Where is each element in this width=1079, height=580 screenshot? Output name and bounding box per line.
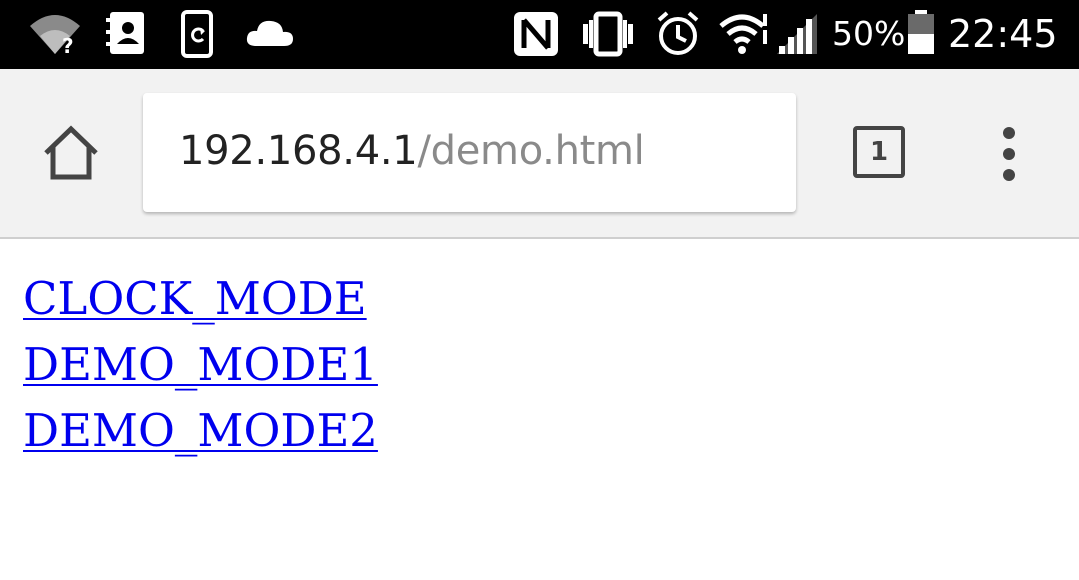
- status-bar: ? 50% 22:45: [0, 0, 1079, 69]
- tab-count: 1: [869, 137, 889, 167]
- wifi-icon: [718, 10, 770, 62]
- vibrate-icon: [580, 10, 636, 62]
- overflow-menu-button[interactable]: [990, 127, 1030, 181]
- clock-mode-link[interactable]: CLOCK_MODE: [23, 266, 378, 332]
- browser-toolbar: 192.168.4.1/demo.html 1: [0, 69, 1079, 239]
- phone-sync-icon: [180, 10, 214, 62]
- contacts-icon: [104, 10, 148, 60]
- url-path: /demo.html: [417, 128, 645, 174]
- address-bar[interactable]: 192.168.4.1/demo.html: [143, 93, 796, 212]
- status-clock: 22:45: [948, 12, 1058, 56]
- url-text[interactable]: 192.168.4.1/demo.html: [179, 126, 645, 176]
- battery-icon: [906, 10, 936, 60]
- home-icon: [44, 125, 98, 180]
- page-content: CLOCK_MODE DEMO_MODE1 DEMO_MODE2: [23, 266, 378, 464]
- wifi-question-icon: ?: [28, 10, 82, 60]
- demo-mode2-link[interactable]: DEMO_MODE2: [23, 398, 378, 464]
- battery-percentage: 50%: [832, 14, 906, 53]
- cell-signal-icon: [775, 10, 821, 62]
- svg-text:?: ?: [62, 34, 74, 56]
- cloud-icon: [244, 10, 296, 60]
- alarm-icon: [656, 10, 700, 62]
- demo-mode1-link[interactable]: DEMO_MODE1: [23, 332, 378, 398]
- tab-switcher-button[interactable]: 1: [853, 126, 905, 178]
- nfc-icon: [512, 10, 560, 62]
- url-host: 192.168.4.1: [179, 128, 418, 174]
- home-button[interactable]: [36, 123, 106, 187]
